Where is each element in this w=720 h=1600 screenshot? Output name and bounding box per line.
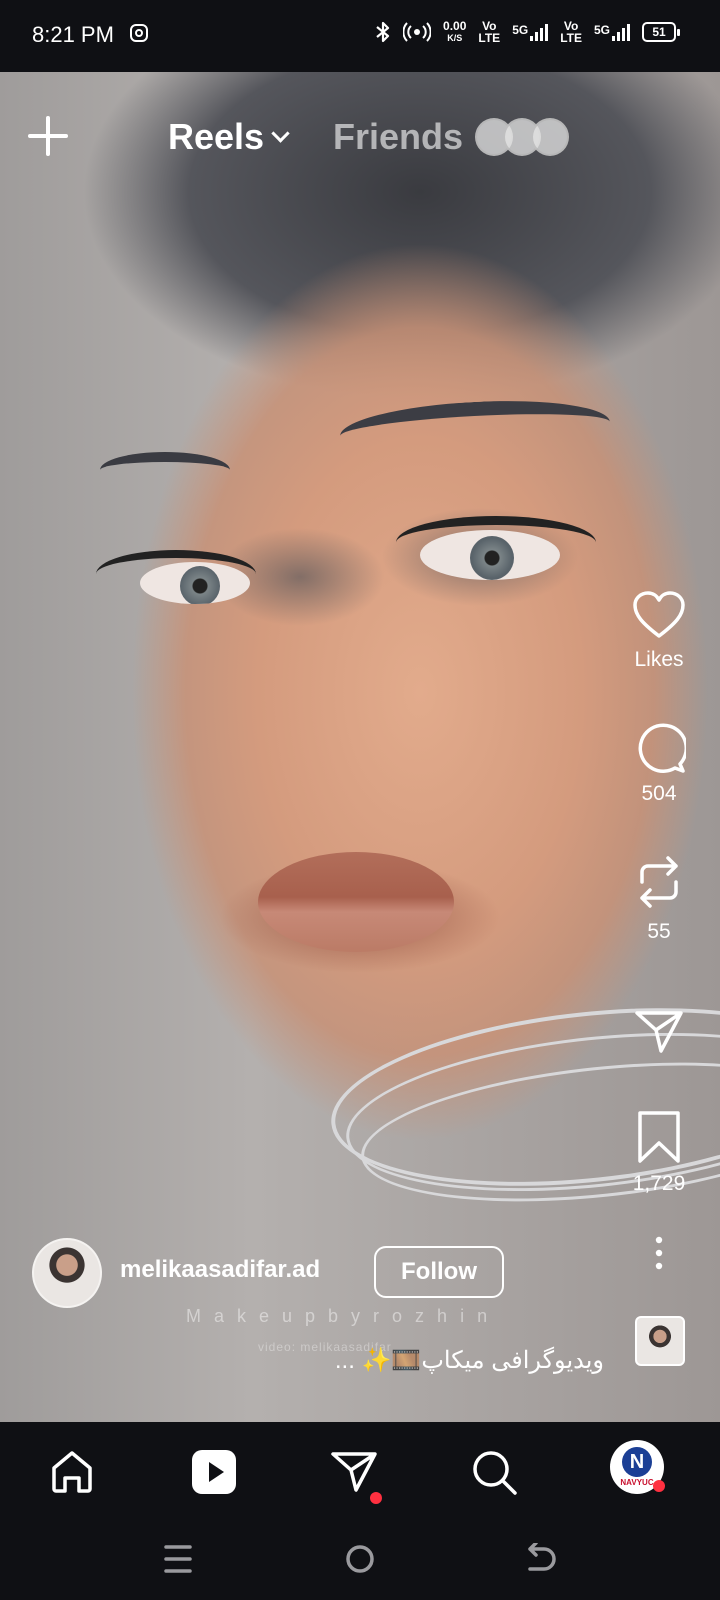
friends-avatars [475,118,575,156]
tab-reels[interactable]: Reels [168,116,290,158]
video-detail [258,852,454,952]
signal-icon [530,23,549,41]
video-detail [100,452,230,488]
reels-top-nav: Reels Friends [0,108,720,164]
audio-thumbnail[interactable] [635,1316,685,1366]
signal-icon [612,23,630,41]
tab-reels-label: Reels [168,116,265,157]
profile-text: NAVYUC [620,1478,654,1487]
status-icons: 0.00 K/S Vo LTE 5G Vo LTE 5G 51 [375,20,680,44]
reel-video[interactable] [0,72,720,1422]
bookmark-icon[interactable] [636,1110,682,1164]
sim1-signal: 5G [512,23,549,41]
sim2-volte: Vo LTE [560,20,582,44]
heart-icon[interactable] [632,590,686,640]
bluetooth-icon [376,21,390,43]
net-speed-value: 0.00 [443,19,467,33]
messages-notification-dot [370,1492,382,1504]
save-action[interactable]: 1,729 [614,1110,704,1196]
avatar[interactable] [32,1238,102,1308]
profile-badge: N [622,1447,652,1477]
likes-label: Likes [634,648,684,671]
battery-level: 51 [652,25,666,39]
share-action[interactable] [614,1010,704,1054]
sim1-label-bottom: LTE [478,31,501,45]
recents-icon[interactable] [164,1542,192,1576]
net-speed: 0.00 K/S [443,20,466,44]
video-detail [140,562,250,604]
more-action[interactable] [614,1236,704,1270]
hotspot-icon [403,22,432,42]
username[interactable]: melikaasadifar.ad [120,1256,320,1284]
sim1-volte: Vo LTE [478,20,500,44]
reel-caption[interactable]: ویدیوگرافی میکاپ🎞️✨ ... [335,1346,604,1375]
reel-author: melikaasadifar.ad Follow [32,1238,592,1310]
sim2-signal: 5G [594,23,630,41]
sim2-tech: 5G [593,23,610,37]
saves-count: 1,729 [632,1172,686,1195]
tab-friends[interactable]: Friends [333,116,575,158]
comment-action[interactable]: 504 [614,722,704,806]
instagram-icon [130,24,148,42]
video-watermark: Makeupbyrozhin [186,1306,501,1326]
plus-icon[interactable] [28,116,68,156]
video-detail [338,394,612,464]
tab-friends-label: Friends [333,116,464,157]
sim2-label-bottom: LTE [560,31,582,45]
comments-count: 504 [641,782,677,805]
sim1-tech: 5G [512,23,529,37]
home-icon[interactable] [48,1448,96,1496]
back-icon[interactable] [524,1543,556,1575]
like-action[interactable]: Likes [614,590,704,672]
status-time: 8:21 PM [32,22,114,47]
reposts-count: 55 [647,920,671,943]
more-icon[interactable] [654,1236,664,1270]
reels-icon[interactable] [190,1448,238,1496]
profile-notification-dot [653,1480,665,1492]
follow-button[interactable]: Follow [374,1246,504,1298]
system-nav [0,1522,720,1600]
messages-icon[interactable] [330,1448,378,1496]
repost-icon[interactable] [634,852,684,912]
home-circle-icon[interactable] [344,1543,376,1575]
chevron-down-icon [271,123,290,143]
share-icon[interactable] [634,1010,684,1054]
video-detail [420,530,560,580]
status-bar: 8:21 PM 0.00 K/S Vo LTE 5G Vo LTE 5G 51 [0,0,720,72]
repost-action[interactable]: 55 [614,852,704,944]
comment-icon[interactable] [632,722,686,774]
search-icon[interactable] [470,1448,518,1496]
bottom-nav: N NAVYUC [0,1422,720,1522]
battery-icon: 51 [642,22,680,42]
net-speed-unit: K/S [447,33,463,43]
